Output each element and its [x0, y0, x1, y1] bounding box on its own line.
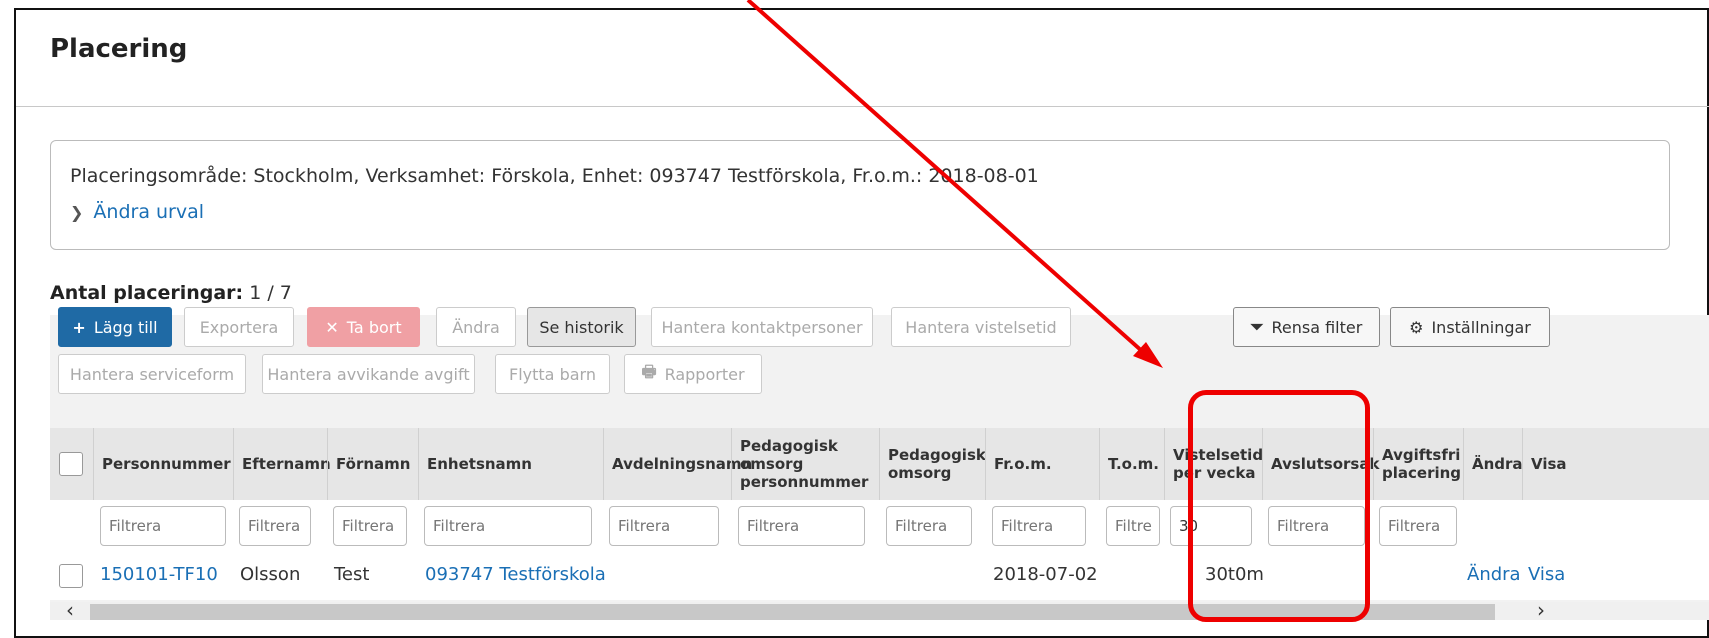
annotation-arrow-icon — [746, 0, 1163, 368]
